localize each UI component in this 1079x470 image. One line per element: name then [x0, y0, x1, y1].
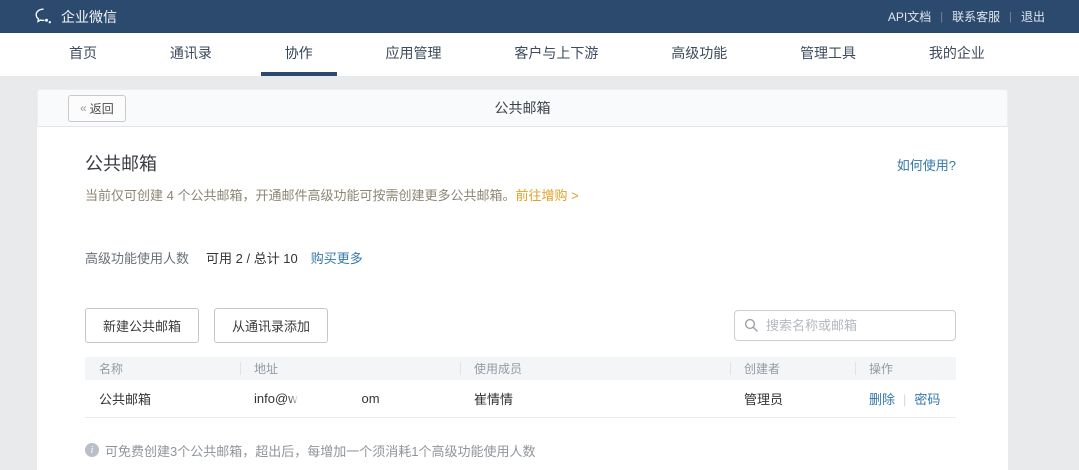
wecom-logo-icon	[35, 8, 54, 25]
contact-support-link[interactable]: 联系客服	[952, 8, 1000, 25]
col-header-members: 使用成员	[460, 357, 730, 380]
api-docs-link[interactable]: API文档	[888, 8, 931, 25]
quota-label: 高级功能使用人数	[85, 248, 189, 267]
brand-name: 企业微信	[61, 7, 117, 27]
password-link[interactable]: 密码	[914, 392, 940, 407]
table-row: 公共邮箱 info@w om 崔情情 管理员 删除 | 密码	[85, 380, 956, 417]
nav-item-home[interactable]: 首页	[45, 33, 121, 76]
nav-item-apps[interactable]: 应用管理	[362, 33, 466, 76]
search-box	[734, 310, 956, 341]
topbar-links: API文档 | 联系客服 | 退出	[888, 8, 1045, 25]
cell-creator: 管理员	[730, 380, 855, 417]
topbar: 企业微信 API文档 | 联系客服 | 退出	[0, 0, 1079, 33]
subheader-title: 公共邮箱	[38, 98, 1007, 118]
nav-item-admin-tools[interactable]: 管理工具	[776, 33, 880, 76]
main-nav: 首页 通讯录 协作 应用管理 客户与上下游 高级功能 管理工具 我的企业	[0, 33, 1079, 76]
wecom-brand: 企业微信	[35, 7, 117, 27]
table-header-row: 名称 地址 使用成员 创建者 操作	[85, 357, 956, 380]
cell-address: info@w om	[240, 380, 460, 417]
cell-members: 崔情情	[460, 380, 730, 417]
nav-item-contacts[interactable]: 通讯录	[146, 33, 236, 76]
cell-actions: 删除 | 密码	[855, 380, 956, 417]
nav-item-my-company[interactable]: 我的企业	[905, 33, 1009, 76]
add-from-contacts-button[interactable]: 从通讯录添加	[214, 308, 328, 343]
content-container: 公共邮箱 «返回 公共邮箱 如何使用? 当前仅可创建 4 个公共邮箱，开通邮件高…	[37, 89, 1008, 470]
address-prefix: info@w	[254, 391, 298, 406]
col-header-name: 名称	[85, 357, 240, 380]
quota-value: 可用 2 / 总计 10	[206, 248, 298, 267]
main-header: 公共邮箱 如何使用?	[85, 150, 956, 176]
main-panel: 公共邮箱 如何使用? 当前仅可创建 4 个公共邮箱，开通邮件高级功能可按需创建更…	[37, 127, 1008, 470]
divider: |	[1009, 11, 1012, 23]
divider: |	[940, 11, 943, 23]
address-suffix: om	[362, 391, 380, 406]
footnote: i 可免费创建3个公共邮箱，超出后，每增加一个须消耗1个高级功能使用人数	[85, 441, 956, 460]
advanced-quota-row: 高级功能使用人数 可用 2 / 总计 10 购买更多	[85, 248, 956, 267]
col-header-address: 地址	[240, 357, 460, 380]
redacted-blur	[298, 390, 362, 406]
mailbox-table: 名称 地址 使用成员 创建者 操作 公共邮箱 info@w om 崔情情 管理员 …	[85, 357, 956, 418]
col-header-creator: 创建者	[730, 357, 855, 380]
nav-item-advanced[interactable]: 高级功能	[647, 33, 751, 76]
new-mailbox-button[interactable]: 新建公共邮箱	[85, 308, 199, 343]
quota-notice: 当前仅可创建 4 个公共邮箱，开通邮件高级功能可按需创建更多公共邮箱。前往增购 …	[85, 185, 956, 204]
subheader-bar: 公共邮箱 «返回	[37, 89, 1008, 127]
info-icon: i	[85, 443, 99, 457]
back-arrow-icon: «	[80, 101, 87, 115]
toolbar: 新建公共邮箱 从通讯录添加	[85, 308, 956, 343]
how-to-use-link[interactable]: 如何使用?	[897, 155, 956, 174]
back-button-label: 返回	[90, 100, 114, 117]
search-input[interactable]	[734, 310, 956, 341]
quota-notice-text: 当前仅可创建 4 个公共邮箱，开通邮件高级功能可按需创建更多公共邮箱。	[85, 188, 515, 203]
divider: |	[903, 392, 906, 407]
nav-item-customers[interactable]: 客户与上下游	[490, 33, 622, 76]
cell-name: 公共邮箱	[85, 380, 240, 417]
page-title: 公共邮箱	[85, 150, 157, 176]
col-header-actions: 操作	[855, 357, 956, 380]
nav-item-collaboration[interactable]: 协作	[261, 33, 337, 76]
back-button[interactable]: «返回	[68, 95, 126, 122]
buy-more-link[interactable]: 购买更多	[311, 248, 363, 267]
delete-link[interactable]: 删除	[869, 392, 895, 407]
logout-link[interactable]: 退出	[1021, 8, 1045, 25]
purchase-more-link[interactable]: 前往增购 >	[515, 188, 578, 203]
footnote-text: 可免费创建3个公共邮箱，超出后，每增加一个须消耗1个高级功能使用人数	[105, 441, 535, 460]
search-icon	[744, 318, 758, 332]
